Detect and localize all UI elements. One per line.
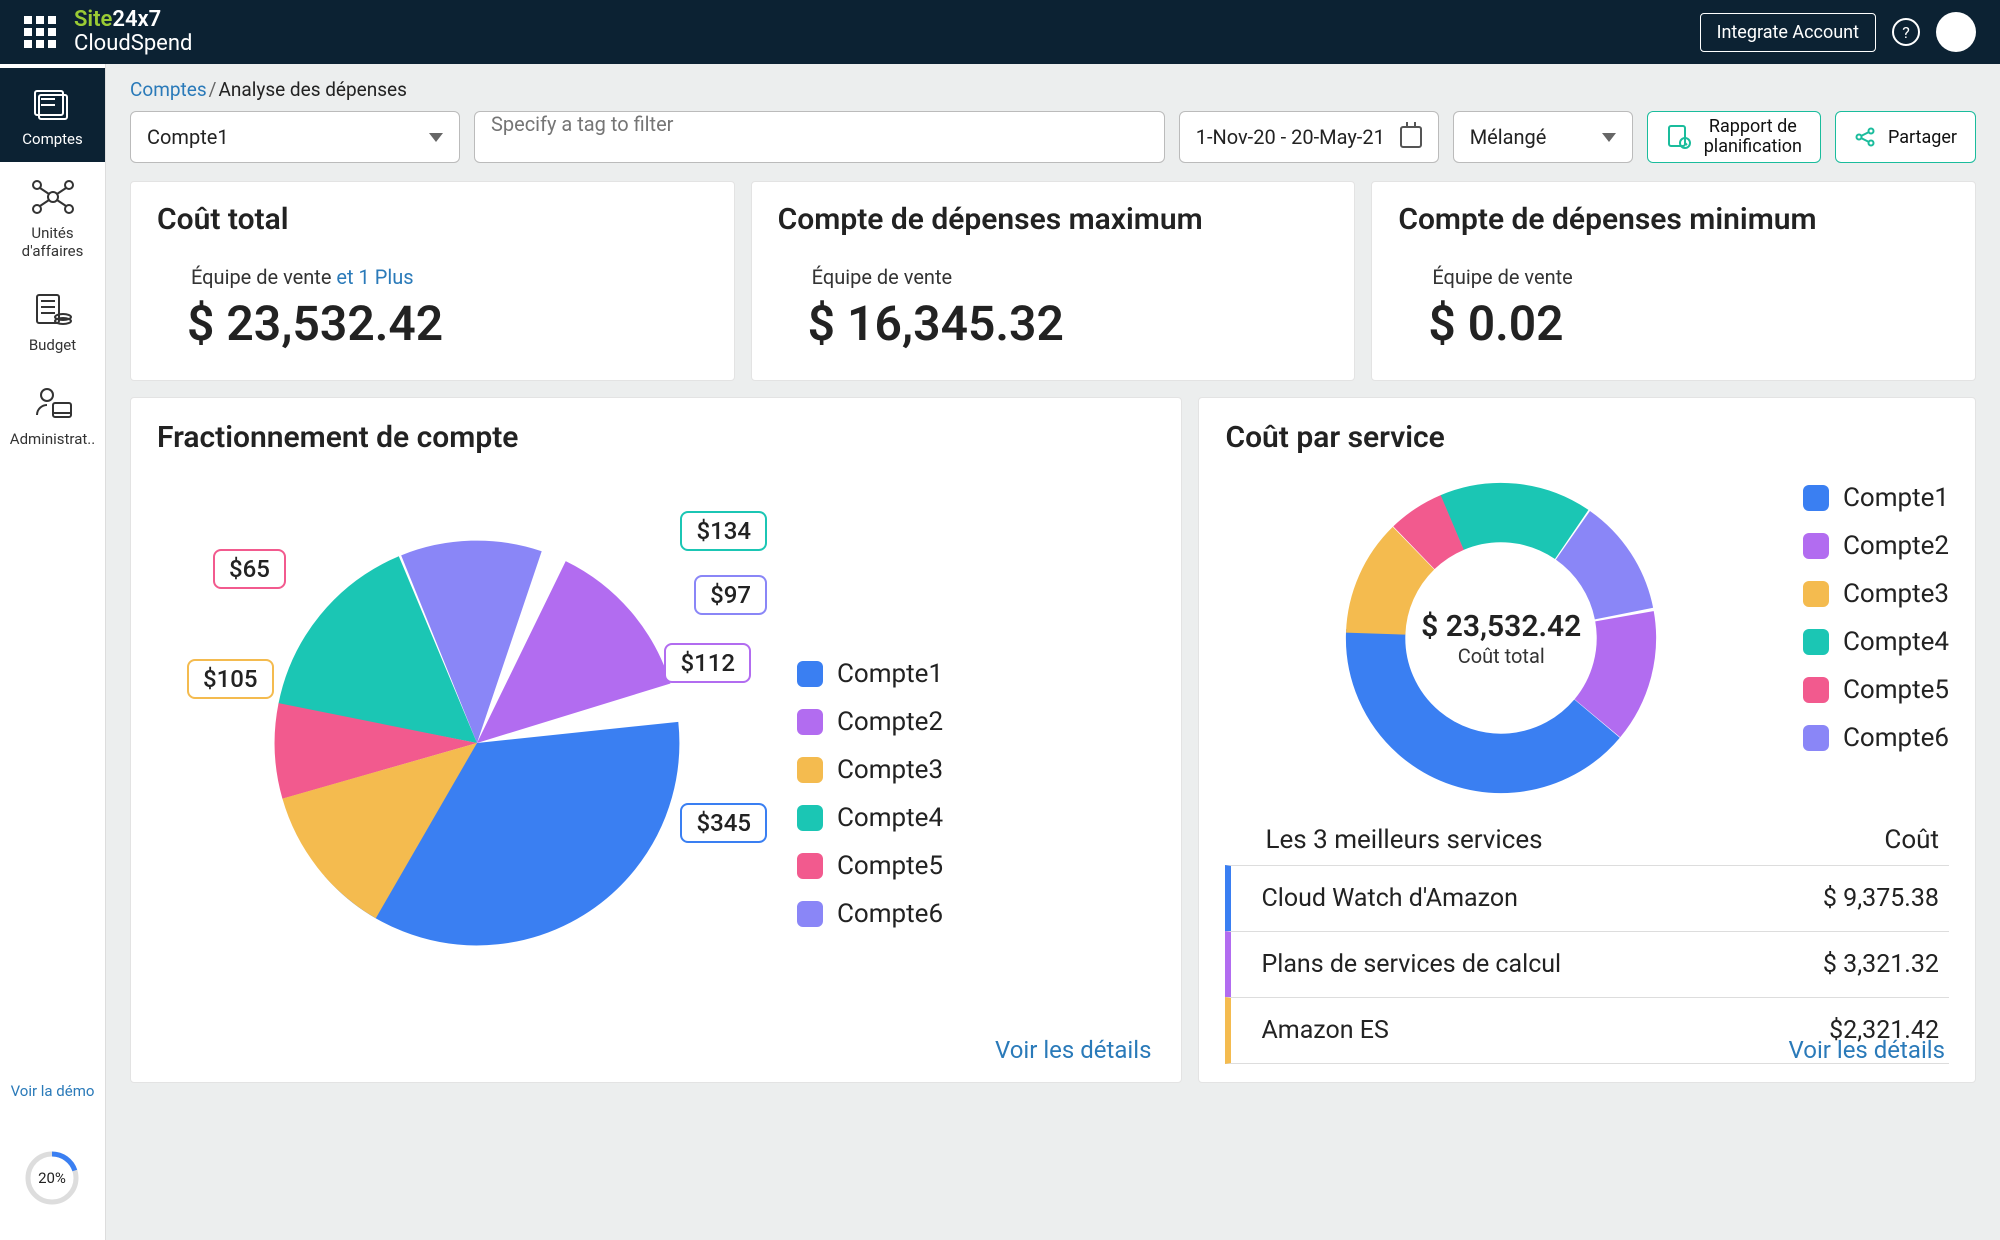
daterange-picker[interactable]: 1-Nov-20 - 20-May-21	[1179, 111, 1439, 163]
share-button[interactable]: Partager	[1835, 111, 1976, 163]
share-icon	[1854, 126, 1876, 148]
sidebar: Comptes Unités d'affaires Budget Adminis…	[0, 64, 106, 1240]
kpi-value: $ 16,345.32	[808, 295, 1329, 352]
kpi-min-spend: Compte de dépenses minimum Équipe de ven…	[1371, 181, 1976, 381]
kpi-value: $ 0.02	[1428, 295, 1949, 352]
avatar[interactable]	[1936, 12, 1976, 52]
view-details-link[interactable]: Voir les détails	[995, 1036, 1151, 1064]
pie-callout: $105	[187, 659, 274, 699]
pie-callout: $134	[680, 511, 767, 551]
chevron-down-icon	[429, 133, 443, 142]
schedule-report-button[interactable]: Rapport deplanification	[1647, 111, 1821, 163]
kpi-value: $ 23,532.42	[187, 295, 708, 352]
panel-title: Coût par service	[1225, 420, 1949, 455]
view-details-link[interactable]: Voir les détails	[1789, 1036, 1945, 1064]
sidebar-item-label: Administrat..	[10, 430, 95, 448]
pie-callout: $345	[680, 803, 767, 843]
main-content: Comptes/Analyse des dépenses Compte1 1-N…	[106, 64, 2000, 1240]
service-row: Cloud Watch d'Amazon$ 9,375.38	[1225, 865, 1949, 931]
tag-filter-input[interactable]	[474, 111, 1165, 163]
help-icon[interactable]: ?	[1892, 18, 1920, 46]
kpi-max-spend: Compte de dépenses maximum Équipe de ven…	[751, 181, 1356, 381]
kpi-title: Compte de dépenses minimum	[1398, 202, 1949, 237]
pie-callout: $97	[694, 575, 767, 615]
calendar-icon	[1400, 126, 1422, 148]
sidebar-item-unites[interactable]: Unités d'affaires	[0, 162, 105, 274]
kpi-total-cost: Coût total Équipe de vente et 1 Plus $ 2…	[130, 181, 735, 381]
account-split-panel: Fractionnement de compte $345 $112	[130, 397, 1182, 1083]
chevron-down-icon	[1602, 133, 1616, 142]
service-row: Plans de services de calcul$ 3,321.32	[1225, 931, 1949, 997]
panel-title: Fractionnement de compte	[157, 420, 1155, 455]
service-legend: Compte1 Compte2 Compte3 Compte4 Compte5 …	[1803, 483, 1949, 771]
progress-ring: 20%	[24, 1150, 80, 1206]
account-select[interactable]: Compte1	[130, 111, 460, 163]
top-bar: Site24x7 CloudSpend Integrate Account ?	[0, 0, 2000, 64]
brand-logo: Site24x7 CloudSpend	[74, 8, 192, 56]
sidebar-item-budget[interactable]: Budget	[0, 274, 105, 368]
breadcrumb-root[interactable]: Comptes	[130, 78, 207, 101]
breadcrumb-page: Analyse des dépenses	[218, 78, 406, 101]
report-icon	[1666, 124, 1692, 150]
blend-select[interactable]: Mélangé	[1453, 111, 1633, 163]
sidebar-item-label: Comptes	[22, 130, 83, 148]
sidebar-item-comptes[interactable]: Comptes	[0, 68, 105, 162]
demo-link[interactable]: Voir la démo	[0, 1082, 105, 1100]
kpi-sublink[interactable]: et 1 Plus	[336, 265, 413, 289]
breadcrumb: Comptes/Analyse des dépenses	[106, 64, 2000, 111]
sidebar-item-admin[interactable]: Administrat..	[0, 368, 105, 462]
pie-callout: $112	[664, 643, 751, 683]
apps-icon[interactable]	[24, 16, 56, 48]
account-split-pie: $345 $112 $97 $134 $65 $105	[157, 463, 797, 1023]
pie-callout: $65	[213, 549, 286, 589]
split-legend: Compte1 Compte2 Compte3 Compte4 Compte5 …	[797, 659, 943, 947]
service-table-header: Les 3 meilleurs servicesCoût	[1225, 803, 1949, 865]
integrate-account-button[interactable]: Integrate Account	[1700, 13, 1876, 52]
filter-bar: Compte1 1-Nov-20 - 20-May-21 Mélangé Rap…	[106, 111, 2000, 181]
sidebar-item-label: Budget	[29, 336, 76, 354]
cost-by-service-panel: Coût par service $ 23,532.42Coût total	[1198, 397, 1976, 1083]
service-donut: $ 23,532.42Coût total	[1336, 473, 1666, 803]
sidebar-item-label: Unités d'affaires	[4, 224, 101, 260]
kpi-title: Coût total	[157, 202, 708, 237]
kpi-title: Compte de dépenses maximum	[778, 202, 1329, 237]
